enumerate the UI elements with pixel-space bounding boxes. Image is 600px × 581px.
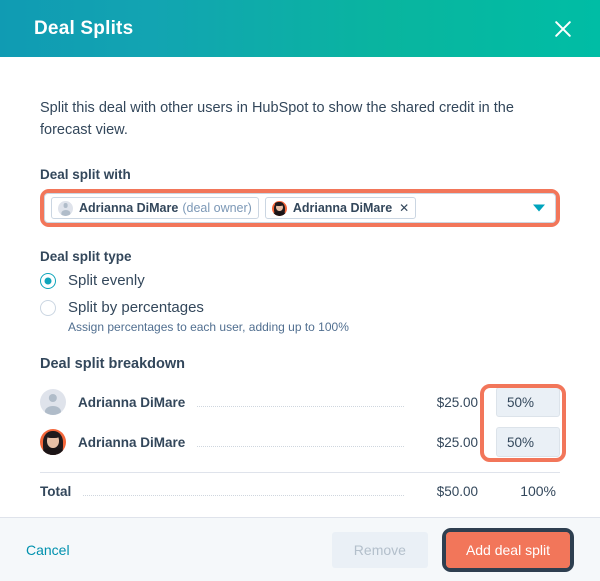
dotted-leader: [197, 445, 404, 447]
deal-splits-modal: Deal Splits Split this deal with other u…: [0, 0, 600, 581]
deal-split-with-select[interactable]: Adrianna DiMare (deal owner) Adrianna Di…: [44, 193, 556, 223]
radio-help-text: Assign percentages to each user, adding …: [68, 320, 349, 334]
chevron-down-icon[interactable]: [533, 204, 545, 212]
user-photo-avatar: [271, 200, 287, 216]
row-user-name: Adrianna DiMare: [78, 394, 186, 410]
deal-split-type-label: Deal split type: [40, 249, 132, 264]
radio-label: Split by percentages: [68, 299, 204, 316]
cancel-button[interactable]: Cancel: [26, 542, 70, 558]
table-row: Adrianna DiMare $25.00 50%: [40, 382, 560, 422]
radio-icon-checked[interactable]: [40, 272, 56, 289]
modal-footer: Cancel Remove Add deal split: [0, 517, 600, 581]
token-label: Adrianna DiMare: [292, 201, 393, 215]
row-amount: $25.00: [436, 434, 478, 450]
modal-header: Deal Splits: [0, 0, 600, 57]
intro-text: Split this deal with other users in HubS…: [40, 100, 514, 138]
radio-label: Split evenly: [68, 272, 145, 289]
row-user-name: Adrianna DiMare: [78, 434, 186, 450]
row-amount: $25.00: [436, 394, 478, 410]
user-photo-avatar: [40, 429, 66, 455]
token-label: Adrianna DiMare: [79, 201, 179, 215]
token-user[interactable]: Adrianna DiMare ✕: [264, 197, 417, 219]
total-amount: $50.00: [436, 483, 478, 499]
remove-button[interactable]: Remove: [331, 531, 428, 568]
deal-split-breakdown: Deal split breakdown Adrianna DiMare $25…: [40, 356, 566, 509]
close-icon[interactable]: [548, 14, 578, 44]
placeholder-avatar-icon: [58, 200, 73, 216]
token-deal-owner[interactable]: Adrianna DiMare (deal owner): [51, 197, 259, 219]
placeholder-avatar-icon: [40, 389, 66, 415]
table-row: Adrianna DiMare $25.00 50%: [40, 422, 560, 462]
row-percent-slot: 50%: [478, 427, 560, 457]
add-deal-split-highlight: Add deal split: [441, 527, 574, 572]
percent-input[interactable]: 50%: [496, 427, 560, 457]
row-percent-slot: 50%: [478, 387, 560, 417]
footer-actions: Remove Add deal split: [331, 527, 574, 572]
percent-input[interactable]: 50%: [496, 387, 560, 417]
remove-token-icon[interactable]: ✕: [399, 202, 409, 214]
add-deal-split-button[interactable]: Add deal split: [445, 531, 570, 568]
token-sublabel: (deal owner): [182, 201, 252, 215]
modal-body: Split this deal with other users in HubS…: [0, 57, 600, 517]
page-title: Deal Splits: [34, 17, 134, 39]
breakdown-title: Deal split breakdown: [40, 356, 186, 372]
total-label: Total: [40, 483, 72, 499]
deal-split-with-label: Deal split with: [40, 167, 131, 182]
radio-split-by-percentages[interactable]: Split by percentages: [40, 299, 560, 316]
deal-split-with-highlight: Adrianna DiMare (deal owner) Adrianna Di…: [40, 189, 560, 227]
total-percent: 100%: [520, 483, 556, 499]
dotted-leader: [83, 494, 404, 496]
radio-split-evenly[interactable]: Split evenly: [40, 272, 560, 289]
dotted-leader: [197, 405, 404, 407]
radio-icon-unchecked[interactable]: [40, 299, 56, 316]
total-row: Total $50.00 100%: [40, 473, 560, 509]
